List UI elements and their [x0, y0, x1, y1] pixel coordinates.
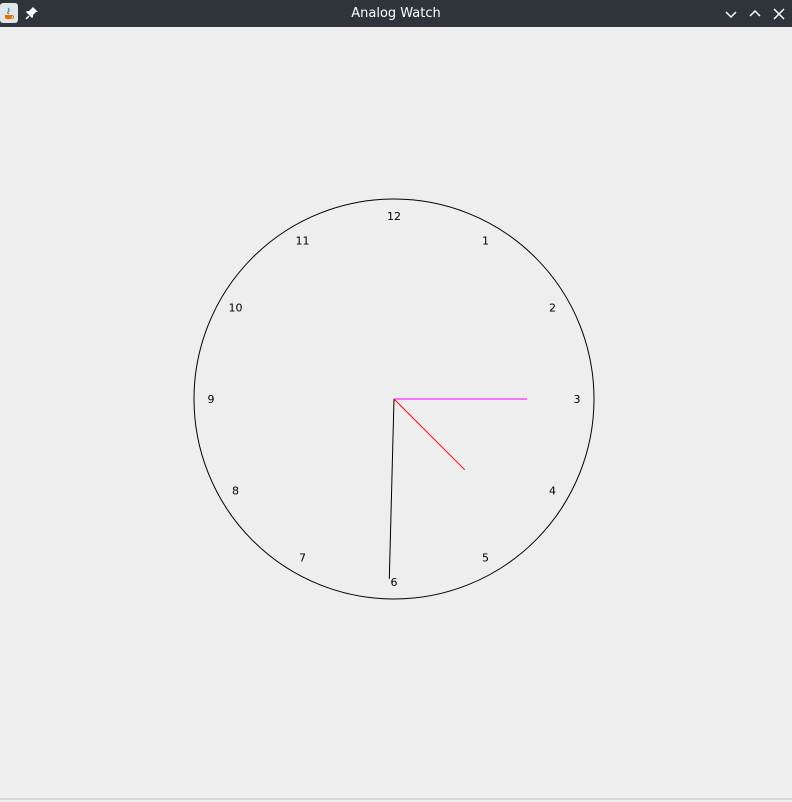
clock-numeral-1: 1: [482, 235, 489, 248]
minimize-button[interactable]: [722, 5, 740, 23]
minute-hand: [388, 398, 395, 579]
clock-numeral-4: 4: [549, 485, 556, 498]
maximize-button[interactable]: [746, 5, 764, 23]
clock-numeral-3: 3: [574, 393, 581, 406]
hour-hand: [393, 398, 466, 471]
analog-clock: 121234567891011: [193, 198, 595, 600]
clock-numeral-5: 5: [482, 552, 489, 565]
chevron-down-icon: [725, 11, 737, 19]
window-title: Analog Watch: [351, 6, 441, 21]
close-button[interactable]: [770, 5, 788, 23]
clock-numeral-11: 11: [296, 235, 310, 248]
clock-numeral-2: 2: [549, 302, 556, 315]
clock-numeral-6: 6: [391, 576, 398, 589]
clock-numeral-10: 10: [229, 302, 243, 315]
title-bar: Analog Watch: [0, 0, 792, 27]
chevron-up-icon: [749, 9, 761, 17]
clock-numeral-8: 8: [232, 485, 239, 498]
clock-numeral-9: 9: [208, 393, 215, 406]
clock-canvas: 12 1 2 3 4 5 6 7 8 9 10 11: [0, 27, 792, 798]
clock-hands: [388, 398, 527, 579]
close-icon: [773, 8, 785, 20]
clock-numeral-12: 12: [387, 210, 401, 223]
clock-numeral-7: 7: [299, 552, 306, 565]
